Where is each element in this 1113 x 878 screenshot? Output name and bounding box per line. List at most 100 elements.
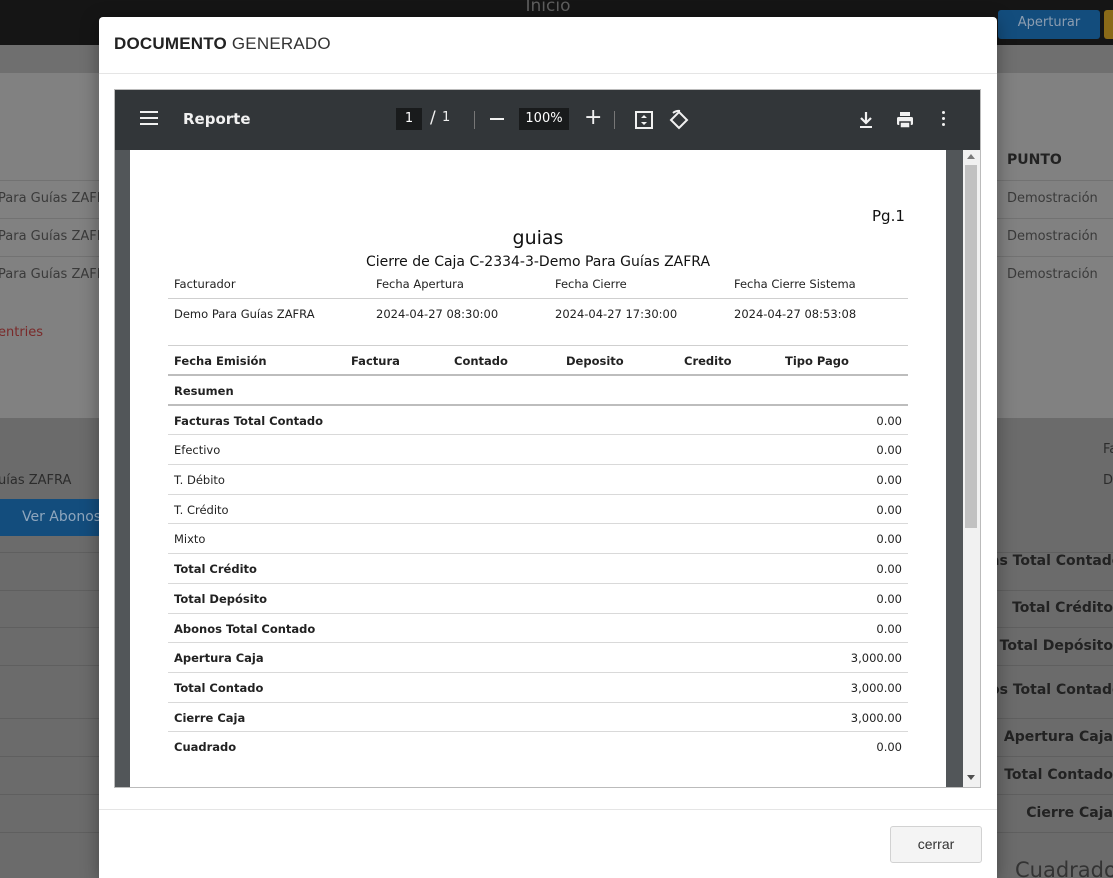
header-contado: Contado [454, 354, 508, 368]
row-label: Cierre Caja [174, 710, 246, 725]
background-cuadrado-heading: Cuadrado [1015, 858, 1113, 878]
menu-icon[interactable] [140, 111, 158, 125]
background-total-label: Total Crédito [1012, 600, 1113, 616]
zoom-input[interactable]: 100% [519, 108, 569, 130]
table-row: Total Depósito 0.00 [168, 584, 908, 614]
row-label: Mixto [174, 532, 206, 547]
modal-title: DOCUMENTO GENERADO [114, 34, 331, 54]
info-value-facturador: Demo Para Guías ZAFRA [174, 307, 315, 321]
row-value: 0.00 [876, 532, 902, 547]
row-value: 0.00 [876, 621, 902, 636]
table-row: Cierre Caja 3,000.00 [168, 703, 908, 733]
table-row: Resumen [168, 376, 908, 406]
print-icon[interactable] [894, 109, 916, 131]
info-value-fecha-apertura: 2024-04-27 08:30:00 [376, 307, 499, 321]
row-label: Apertura Caja [174, 651, 264, 666]
info-value-fecha-cierre: 2024-04-27 17:30:00 [555, 307, 678, 321]
zoom-in-icon[interactable]: + [584, 107, 602, 129]
info-header-fecha-cierre: Fecha Cierre [555, 277, 627, 291]
more-options-icon[interactable] [942, 111, 946, 127]
table-row: Total Contado 3,000.00 [168, 673, 908, 703]
close-button[interactable]: cerrar [890, 826, 982, 863]
row-value: 0.00 [876, 413, 902, 428]
modal-footer: cerrar [99, 809, 997, 878]
row-label: Cuadrado [174, 740, 237, 755]
table-row: Abonos Total Contado 0.00 [168, 614, 908, 644]
header-deposito: Deposito [566, 354, 624, 368]
rotate-icon[interactable] [668, 109, 690, 131]
row-right-text: Demostración [1007, 229, 1098, 244]
pdf-document-area: Pg.1 guias Cierre de Caja C-2334-3-Demo … [115, 150, 980, 787]
orange-button [1104, 10, 1113, 39]
info-value-fecha-cierre-sistema: 2024-04-27 08:53:08 [734, 307, 857, 321]
row-label: Resumen [174, 384, 234, 398]
document-modal: DOCUMENTO GENERADO Reporte 1 / 1 100% + [99, 17, 997, 878]
background-fa-text: Fa [1103, 442, 1113, 457]
info-header-facturador: Facturador [174, 277, 236, 291]
row-label: T. Débito [174, 473, 225, 488]
modal-header: DOCUMENTO GENERADO [99, 17, 997, 74]
scroll-thumb[interactable] [965, 165, 977, 528]
table-row: T. Crédito 0.00 [168, 495, 908, 525]
table-row: Cuadrado 0.00 [168, 732, 908, 762]
toolbar-divider [614, 111, 615, 129]
background-total-label: os Total Contado [990, 682, 1113, 698]
pdf-scrollbar[interactable] [963, 150, 980, 787]
row-label: Efectivo [174, 443, 221, 458]
header-fecha-emision: Fecha Emisión [174, 354, 267, 368]
row-label: T. Crédito [174, 502, 229, 517]
row-right-text: Demostración [1007, 191, 1098, 206]
row-value: 0.00 [876, 591, 902, 606]
total-pages: 1 [442, 110, 451, 125]
background-de-text: De [1103, 473, 1113, 488]
zoom-out-icon[interactable] [490, 118, 504, 120]
row-value: 3,000.00 [850, 651, 902, 666]
row-left-text: Para Guías ZAFRA [0, 229, 115, 244]
scroll-up-arrow-icon[interactable] [967, 154, 975, 159]
ver-abonos-button: Ver Abonos [0, 499, 110, 536]
row-value: 0.00 [876, 473, 902, 488]
navbar-title: Inicio [525, 0, 571, 16]
info-header-row: Facturador Fecha Apertura Fecha Cierre F… [168, 269, 908, 299]
table-row: Apertura Caja 3,000.00 [168, 643, 908, 673]
header-tipo-pago: Tipo Pago [785, 354, 849, 368]
background-total-label: Apertura Caja [1003, 729, 1113, 745]
scroll-down-arrow-icon[interactable] [967, 775, 975, 780]
modal-title-rest: GENERADO [231, 34, 331, 53]
header-credito: Credito [684, 354, 732, 368]
download-icon[interactable] [855, 109, 877, 131]
row-label: Total Crédito [174, 562, 257, 577]
row-label: Facturas Total Contado [174, 413, 324, 428]
entries-text: entries [0, 325, 44, 340]
fit-page-icon[interactable] [633, 109, 655, 131]
report-detail-table: Fecha Emisión Factura Contado Deposito C… [168, 345, 908, 762]
row-value: 0.00 [876, 443, 902, 458]
column-header-punto: PUNTO [1007, 152, 1062, 168]
row-value: 0.00 [876, 562, 902, 577]
page-number-input[interactable]: 1 [396, 108, 422, 130]
table-header-row: Fecha Emisión Factura Contado Deposito C… [168, 345, 908, 376]
aperturar-button: Aperturar [998, 10, 1100, 39]
table-row: Total Crédito 0.00 [168, 554, 908, 584]
table-row: Efectivo 0.00 [168, 435, 908, 466]
table-body: Resumen Facturas Total Contado 0.00 Efectiv… [168, 376, 908, 762]
row-value: 3,000.00 [850, 680, 902, 695]
row-left-text: Para Guías ZAFRA [0, 267, 115, 282]
row-label: Total Contado [174, 680, 264, 695]
report-title: guias [512, 227, 564, 249]
header-factura: Factura [351, 354, 400, 368]
row-value: 0.00 [876, 740, 902, 755]
info-header-fecha-apertura: Fecha Apertura [376, 277, 464, 291]
row-right-text: Demostración [1007, 267, 1098, 282]
row-label: Total Depósito [174, 591, 268, 606]
report-info-table: Facturador Fecha Apertura Fecha Cierre F… [168, 269, 908, 329]
table-row: Mixto 0.00 [168, 524, 908, 555]
page-label: Pg.1 [872, 207, 905, 225]
row-value: 3,000.00 [850, 710, 902, 725]
background-total-label: Total Depósito [999, 638, 1113, 654]
background-zafra-text: uías ZAFRA [0, 473, 72, 488]
modal-title-bold: DOCUMENTO [114, 34, 227, 53]
pdf-viewer: Reporte 1 / 1 100% + Pg.1 guias Cierre d… [114, 89, 981, 788]
background-total-label: as Total Contado [990, 553, 1113, 569]
info-header-fecha-cierre-sistema: Fecha Cierre Sistema [734, 277, 856, 291]
